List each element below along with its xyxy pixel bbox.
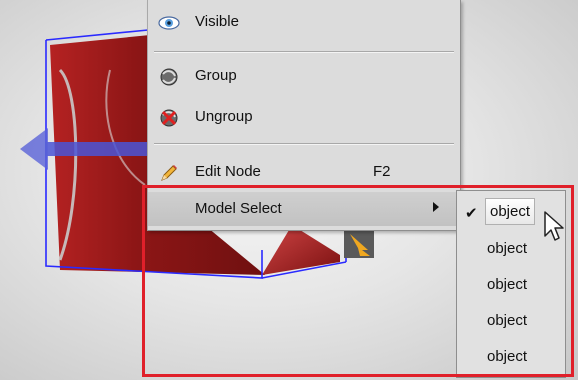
model-fold — [262, 225, 340, 275]
menu-item-model-select[interactable]: Model Select — [148, 192, 460, 226]
shortcut-label: F2 — [373, 163, 391, 180]
menu-item-label: Visible — [195, 13, 239, 30]
mouse-cursor-icon — [544, 211, 564, 241]
submenu-item-label: object — [487, 348, 528, 365]
submenu-item-object[interactable]: object — [457, 268, 565, 302]
menu-separator — [154, 143, 454, 145]
group-icon — [158, 66, 180, 88]
submenu-item-label: object — [487, 276, 528, 293]
submenu-item-label: object — [487, 312, 528, 329]
submenu-item-object[interactable]: object — [457, 340, 565, 374]
menu-item-label: Model Select — [195, 200, 282, 217]
menu-item-label: Group — [195, 67, 237, 84]
submenu-item-object[interactable]: object — [457, 304, 565, 338]
menu-separator — [154, 51, 454, 53]
ungroup-icon — [158, 107, 180, 129]
menu-item-visible[interactable]: Visible — [148, 5, 460, 39]
context-menu: Visible Group Ungroup Edit Node F2 Model… — [147, 0, 461, 231]
pencil-icon — [158, 162, 180, 184]
menu-item-group[interactable]: Group — [148, 59, 460, 93]
manipulator-bar — [45, 142, 147, 156]
check-icon: ✔ — [465, 205, 478, 222]
manipulator-arrow-icon — [20, 128, 48, 170]
menu-item-ungroup[interactable]: Ungroup — [148, 100, 460, 134]
menu-item-label: Ungroup — [195, 108, 253, 125]
submenu-arrow-icon — [433, 202, 439, 212]
submenu-item-label: object — [487, 240, 528, 257]
eye-icon — [158, 12, 180, 34]
menu-item-label: Edit Node — [195, 163, 261, 180]
menu-item-edit-node[interactable]: Edit Node F2 — [148, 155, 460, 189]
submenu-item-label: object — [485, 198, 536, 225]
